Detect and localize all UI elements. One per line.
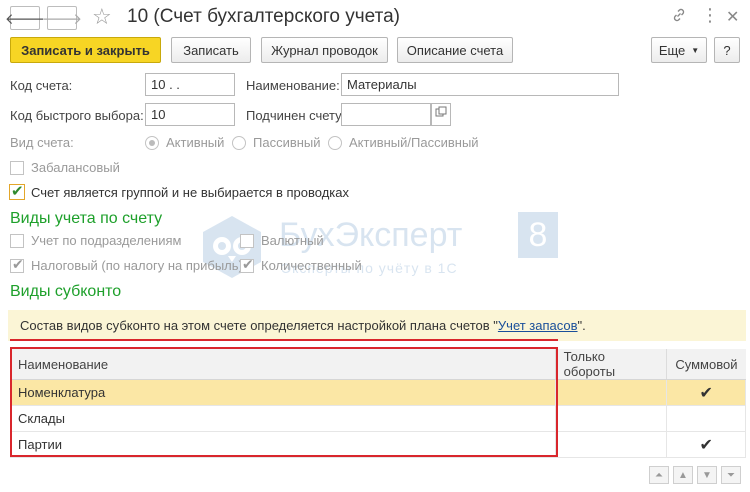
- type-active-passive-radio[interactable]: [328, 136, 342, 150]
- type-passive-label: Пассивный: [253, 135, 321, 150]
- quantity-label: Количественный: [261, 258, 362, 273]
- type-active-label: Активный: [166, 135, 225, 150]
- currency-label: Валютный: [261, 233, 324, 248]
- close-icon[interactable]: ✕: [726, 7, 739, 27]
- column-header-sum[interactable]: Суммовой: [666, 349, 746, 380]
- account-type-label: Вид счета:: [10, 135, 74, 150]
- checkmark-icon: ✔: [242, 256, 254, 272]
- checkmark-icon: ✔: [12, 256, 24, 272]
- row-turnover[interactable]: [555, 431, 668, 458]
- journal-button[interactable]: Журнал проводок: [261, 37, 388, 63]
- arrow-right-icon: 🡒: [41, 10, 83, 28]
- row-name: Партии: [10, 431, 556, 458]
- window-title: 10 (Счет бухгалтерского учета): [127, 6, 400, 27]
- is-group-label: Счет является группой и не выбирается в …: [31, 185, 349, 200]
- info-text-suffix: ".: [577, 318, 586, 333]
- open-window-icon: [435, 106, 447, 117]
- offbalance-label: Забалансовый: [31, 160, 120, 175]
- row-sum-check[interactable]: ✔: [666, 379, 746, 406]
- row-turnover[interactable]: [555, 405, 668, 432]
- inventory-accounting-link[interactable]: Учет запасов: [498, 318, 578, 333]
- scroll-down-icon[interactable]: ▼: [697, 466, 717, 484]
- quick-code-input[interactable]: 10: [145, 103, 235, 126]
- tax-label: Налоговый (по налогу на прибыль): [31, 258, 243, 273]
- subconto-info-bar: Состав видов субконто на этом счете опре…: [8, 310, 746, 341]
- back-button[interactable]: 🡐: [5, 6, 45, 30]
- is-group-checkbox[interactable]: ✔: [9, 183, 25, 200]
- type-passive-radio[interactable]: [232, 136, 246, 150]
- by-department-label: Учет по подразделениям: [31, 233, 182, 248]
- offbalance-checkbox[interactable]: [10, 161, 24, 175]
- link-icon[interactable]: [671, 7, 687, 28]
- scroll-up-icon[interactable]: ▲: [673, 466, 693, 484]
- menu-dots-icon[interactable]: ⋮: [701, 5, 719, 26]
- help-button[interactable]: ?: [714, 37, 740, 63]
- arrow-left-icon: 🡐: [4, 10, 46, 28]
- subconto-title: Виды субконто: [10, 283, 122, 300]
- subconto-table: Наименование Только обороты Суммовой Ном…: [10, 349, 746, 458]
- parent-account-label: Подчинен счету:: [246, 108, 346, 123]
- account-description-button[interactable]: Описание счета: [397, 37, 513, 63]
- scroll-top-icon[interactable]: ⏶: [649, 466, 669, 484]
- highlight-underline: [10, 339, 558, 341]
- parent-account-input[interactable]: [341, 103, 431, 126]
- scroll-bottom-icon[interactable]: ⏷: [721, 466, 741, 484]
- table-header-row: Наименование Только обороты Суммовой: [10, 349, 746, 380]
- quantity-checkbox[interactable]: ✔: [240, 256, 254, 273]
- favorite-star-icon[interactable]: ☆: [92, 4, 112, 30]
- save-and-close-button[interactable]: Записать и закрыть: [10, 37, 161, 63]
- table-scroll-controls: ⏶ ▲ ▼ ⏷: [649, 466, 741, 484]
- more-button[interactable]: Еще ▼: [651, 37, 707, 63]
- quick-code-label: Код быстрого выбора:: [10, 108, 144, 123]
- account-code-input[interactable]: 10 . .: [145, 73, 235, 96]
- row-sum-check[interactable]: ✔: [666, 431, 746, 458]
- currency-checkbox[interactable]: [240, 234, 254, 248]
- column-header-turnover[interactable]: Только обороты: [555, 349, 668, 380]
- account-name-label: Наименование:: [246, 78, 340, 93]
- save-button[interactable]: Записать: [171, 37, 251, 63]
- account-name-input[interactable]: Материалы: [341, 73, 619, 96]
- open-parent-button[interactable]: [431, 103, 451, 126]
- watermark-number: 8: [518, 212, 558, 258]
- tax-checkbox[interactable]: ✔: [10, 256, 24, 273]
- table-row[interactable]: Партии ✔: [10, 431, 746, 458]
- checkmark-icon: ✔: [11, 183, 24, 200]
- row-sum-check[interactable]: [666, 405, 746, 432]
- table-row[interactable]: Номенклатура ✔: [10, 379, 746, 406]
- type-active-passive-label: Активный/Пассивный: [349, 135, 479, 150]
- table-row[interactable]: Склады: [10, 405, 746, 432]
- info-text-prefix: Состав видов субконто на этом счете опре…: [20, 318, 498, 333]
- row-name: Склады: [10, 405, 556, 432]
- more-label: Еще: [658, 42, 686, 58]
- by-department-checkbox[interactable]: [10, 234, 24, 248]
- row-name: Номенклатура: [10, 379, 556, 406]
- dropdown-arrow-icon: ▼: [691, 45, 700, 55]
- account-code-label: Код счета:: [10, 78, 73, 93]
- row-turnover[interactable]: [555, 379, 668, 406]
- accounting-types-title: Виды учета по счету: [10, 210, 163, 227]
- forward-button[interactable]: 🡒: [42, 6, 82, 30]
- type-active-radio[interactable]: [145, 136, 159, 150]
- column-header-name[interactable]: Наименование: [10, 349, 556, 380]
